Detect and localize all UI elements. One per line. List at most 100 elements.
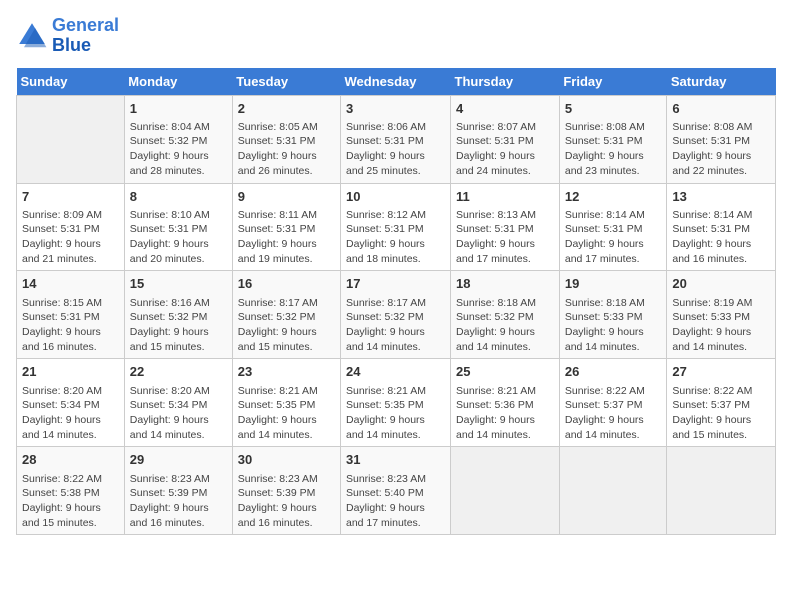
day-info: Sunrise: 8:21 AM Sunset: 5:35 PM Dayligh…: [346, 384, 445, 443]
header-saturday: Saturday: [667, 68, 776, 96]
header-thursday: Thursday: [451, 68, 560, 96]
day-cell: 25 Sunrise: 8:21 AM Sunset: 5:36 PM Dayli…: [451, 359, 560, 447]
day-info: Sunrise: 8:21 AM Sunset: 5:36 PM Dayligh…: [456, 384, 554, 443]
day-number: 9: [238, 188, 335, 206]
day-cell: 26Sunrise: 8:22 AM Sunset: 5:37 PM Dayli…: [559, 359, 667, 447]
day-info: Sunrise: 8:23 AM Sunset: 5:39 PM Dayligh…: [238, 472, 335, 531]
day-number: 29: [130, 451, 227, 469]
week-row-5: 28Sunrise: 8:22 AM Sunset: 5:38 PM Dayli…: [17, 447, 776, 535]
calendar-table: SundayMondayTuesdayWednesdayThursdayFrid…: [16, 68, 776, 536]
day-number: 5: [565, 100, 662, 118]
day-cell: 28Sunrise: 8:22 AM Sunset: 5:38 PM Dayli…: [17, 447, 125, 535]
day-number: 31: [346, 451, 445, 469]
day-number: 16: [238, 275, 335, 293]
day-number: 13: [672, 188, 770, 206]
day-info: Sunrise: 8:20 AM Sunset: 5:34 PM Dayligh…: [22, 384, 119, 443]
day-cell: [17, 95, 125, 183]
day-info: Sunrise: 8:07 AM Sunset: 5:31 PM Dayligh…: [456, 120, 554, 179]
calendar-header-row: SundayMondayTuesdayWednesdayThursdayFrid…: [17, 68, 776, 96]
day-number: 18: [456, 275, 554, 293]
day-number: 10: [346, 188, 445, 206]
day-info: Sunrise: 8:10 AM Sunset: 5:31 PM Dayligh…: [130, 208, 227, 267]
day-cell: 4 Sunrise: 8:07 AM Sunset: 5:31 PM Daylig…: [451, 95, 560, 183]
day-cell: 14Sunrise: 8:15 AM Sunset: 5:31 PM Dayli…: [17, 271, 125, 359]
week-row-3: 14Sunrise: 8:15 AM Sunset: 5:31 PM Dayli…: [17, 271, 776, 359]
page-header: General Blue: [16, 16, 776, 56]
day-info: Sunrise: 8:14 AM Sunset: 5:31 PM Dayligh…: [672, 208, 770, 267]
day-number: 2: [238, 100, 335, 118]
day-cell: 8Sunrise: 8:10 AM Sunset: 5:31 PM Daylig…: [124, 183, 232, 271]
day-cell: 27Sunrise: 8:22 AM Sunset: 5:37 PM Dayli…: [667, 359, 776, 447]
logo-text: General Blue: [52, 16, 119, 56]
day-cell: 29 Sunrise: 8:23 AM Sunset: 5:39 PM Dayli…: [124, 447, 232, 535]
day-number: 24: [346, 363, 445, 381]
day-cell: 31 Sunrise: 8:23 AM Sunset: 5:40 PM Dayli…: [341, 447, 451, 535]
header-tuesday: Tuesday: [232, 68, 340, 96]
day-cell: 3 Sunrise: 8:06 AM Sunset: 5:31 PM Daylig…: [341, 95, 451, 183]
day-info: Sunrise: 8:22 AM Sunset: 5:37 PM Dayligh…: [565, 384, 662, 443]
day-info: Sunrise: 8:22 AM Sunset: 5:37 PM Dayligh…: [672, 384, 770, 443]
day-cell: 24 Sunrise: 8:21 AM Sunset: 5:35 PM Dayli…: [341, 359, 451, 447]
day-info: Sunrise: 8:18 AM Sunset: 5:32 PM Dayligh…: [456, 296, 554, 355]
day-number: 4: [456, 100, 554, 118]
day-info: Sunrise: 8:19 AM Sunset: 5:33 PM Dayligh…: [672, 296, 770, 355]
header-wednesday: Wednesday: [341, 68, 451, 96]
day-cell: 18 Sunrise: 8:18 AM Sunset: 5:32 PM Dayli…: [451, 271, 560, 359]
day-info: Sunrise: 8:23 AM Sunset: 5:39 PM Dayligh…: [130, 472, 227, 531]
week-row-4: 21Sunrise: 8:20 AM Sunset: 5:34 PM Dayli…: [17, 359, 776, 447]
week-row-1: 1 Sunrise: 8:04 AM Sunset: 5:32 PM Daylig…: [17, 95, 776, 183]
day-cell: 22 Sunrise: 8:20 AM Sunset: 5:34 PM Dayli…: [124, 359, 232, 447]
day-number: 11: [456, 188, 554, 206]
day-number: 3: [346, 100, 445, 118]
day-info: Sunrise: 8:09 AM Sunset: 5:31 PM Dayligh…: [22, 208, 119, 267]
day-cell: [451, 447, 560, 535]
day-cell: 2Sunrise: 8:05 AM Sunset: 5:31 PM Daylig…: [232, 95, 340, 183]
day-info: Sunrise: 8:20 AM Sunset: 5:34 PM Dayligh…: [130, 384, 227, 443]
day-info: Sunrise: 8:14 AM Sunset: 5:31 PM Dayligh…: [565, 208, 662, 267]
day-cell: 1 Sunrise: 8:04 AM Sunset: 5:32 PM Daylig…: [124, 95, 232, 183]
day-number: 23: [238, 363, 335, 381]
day-cell: 20 Sunrise: 8:19 AM Sunset: 5:33 PM Dayli…: [667, 271, 776, 359]
day-cell: [667, 447, 776, 535]
day-cell: 10Sunrise: 8:12 AM Sunset: 5:31 PM Dayli…: [341, 183, 451, 271]
day-cell: 16 Sunrise: 8:17 AM Sunset: 5:32 PM Dayli…: [232, 271, 340, 359]
day-cell: 9 Sunrise: 8:11 AM Sunset: 5:31 PM Daylig…: [232, 183, 340, 271]
day-number: 14: [22, 275, 119, 293]
day-number: 17: [346, 275, 445, 293]
day-info: Sunrise: 8:08 AM Sunset: 5:31 PM Dayligh…: [565, 120, 662, 179]
day-cell: 11Sunrise: 8:13 AM Sunset: 5:31 PM Dayli…: [451, 183, 560, 271]
day-info: Sunrise: 8:08 AM Sunset: 5:31 PM Dayligh…: [672, 120, 770, 179]
day-cell: 13 Sunrise: 8:14 AM Sunset: 5:31 PM Dayli…: [667, 183, 776, 271]
day-cell: 12Sunrise: 8:14 AM Sunset: 5:31 PM Dayli…: [559, 183, 667, 271]
day-info: Sunrise: 8:17 AM Sunset: 5:32 PM Dayligh…: [346, 296, 445, 355]
day-info: Sunrise: 8:06 AM Sunset: 5:31 PM Dayligh…: [346, 120, 445, 179]
day-number: 25: [456, 363, 554, 381]
day-number: 30: [238, 451, 335, 469]
day-info: Sunrise: 8:17 AM Sunset: 5:32 PM Dayligh…: [238, 296, 335, 355]
day-info: Sunrise: 8:04 AM Sunset: 5:32 PM Dayligh…: [130, 120, 227, 179]
day-cell: [559, 447, 667, 535]
day-cell: 6 Sunrise: 8:08 AM Sunset: 5:31 PM Daylig…: [667, 95, 776, 183]
header-friday: Friday: [559, 68, 667, 96]
day-cell: 5 Sunrise: 8:08 AM Sunset: 5:31 PM Daylig…: [559, 95, 667, 183]
day-number: 7: [22, 188, 119, 206]
day-cell: 21Sunrise: 8:20 AM Sunset: 5:34 PM Dayli…: [17, 359, 125, 447]
day-number: 28: [22, 451, 119, 469]
day-info: Sunrise: 8:11 AM Sunset: 5:31 PM Dayligh…: [238, 208, 335, 267]
day-cell: 17 Sunrise: 8:17 AM Sunset: 5:32 PM Dayli…: [341, 271, 451, 359]
day-number: 15: [130, 275, 227, 293]
day-info: Sunrise: 8:18 AM Sunset: 5:33 PM Dayligh…: [565, 296, 662, 355]
logo-icon: [16, 20, 48, 52]
day-info: Sunrise: 8:23 AM Sunset: 5:40 PM Dayligh…: [346, 472, 445, 531]
day-number: 19: [565, 275, 662, 293]
day-number: 6: [672, 100, 770, 118]
day-cell: 7 Sunrise: 8:09 AM Sunset: 5:31 PM Daylig…: [17, 183, 125, 271]
day-cell: 15 Sunrise: 8:16 AM Sunset: 5:32 PM Dayli…: [124, 271, 232, 359]
day-cell: 19 Sunrise: 8:18 AM Sunset: 5:33 PM Dayli…: [559, 271, 667, 359]
day-number: 20: [672, 275, 770, 293]
day-info: Sunrise: 8:16 AM Sunset: 5:32 PM Dayligh…: [130, 296, 227, 355]
day-number: 22: [130, 363, 227, 381]
day-info: Sunrise: 8:21 AM Sunset: 5:35 PM Dayligh…: [238, 384, 335, 443]
day-number: 1: [130, 100, 227, 118]
week-row-2: 7 Sunrise: 8:09 AM Sunset: 5:31 PM Daylig…: [17, 183, 776, 271]
